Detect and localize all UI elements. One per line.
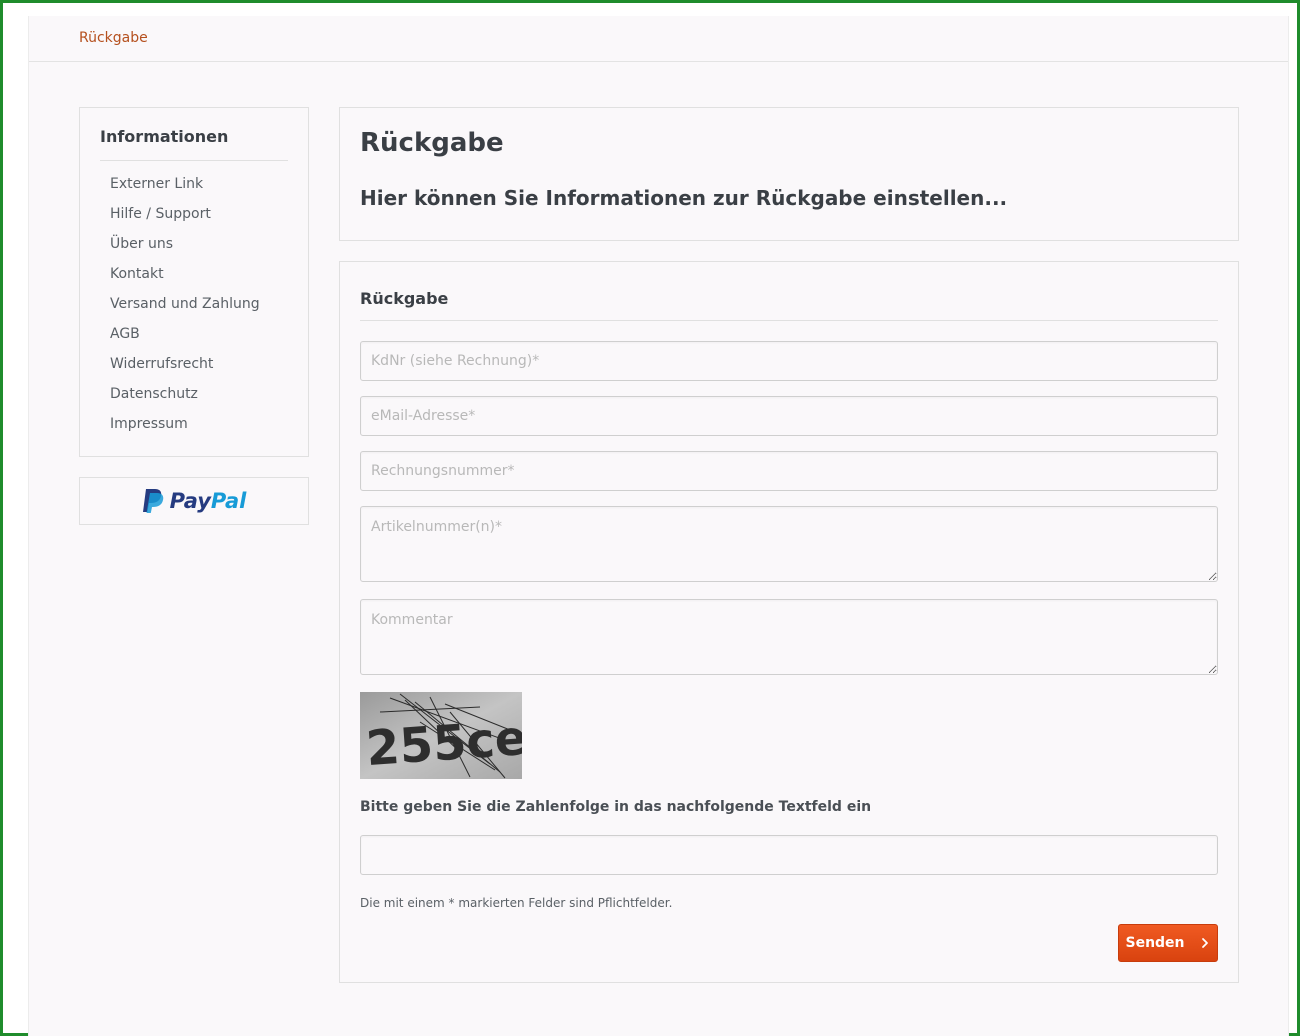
sidebar-item-agb[interactable]: AGB xyxy=(110,326,260,356)
sidebar-item-datenschutz[interactable]: Datenschutz xyxy=(110,386,260,416)
invoice-number-input[interactable] xyxy=(360,451,1218,491)
sidebar-item-ueber-uns[interactable]: Über uns xyxy=(110,236,260,266)
sidebar-title: Informationen xyxy=(100,127,229,146)
comment-textarea[interactable] xyxy=(360,599,1218,675)
sidebar-list: Externer Link Hilfe / Support Über uns K… xyxy=(110,176,260,446)
page: Rückgabe Informationen Externer Link Hil… xyxy=(28,16,1289,1036)
form-divider xyxy=(360,320,1218,321)
paypal-logo[interactable]: PayPal xyxy=(79,477,309,525)
sidebar-divider xyxy=(100,160,288,161)
email-input[interactable] xyxy=(360,396,1218,436)
captcha-label: Bitte geben Sie die Zahlenfolge in das n… xyxy=(360,799,872,815)
sidebar: Informationen Externer Link Hilfe / Supp… xyxy=(79,107,309,457)
chevron-right-icon xyxy=(1201,938,1208,948)
required-fields-note: Die mit einem * markierten Felder sind P… xyxy=(360,896,673,910)
paypal-icon xyxy=(142,489,163,513)
send-button-label: Senden xyxy=(1125,935,1185,951)
paypal-pal-text: Pal xyxy=(210,489,247,513)
paypal-pay-text: Pay xyxy=(169,489,211,513)
captcha-text: 255ce xyxy=(364,710,522,777)
form-title: Rückgabe xyxy=(360,289,449,308)
sidebar-item-versand-und-zahlung[interactable]: Versand und Zahlung xyxy=(110,296,260,326)
article-numbers-textarea[interactable] xyxy=(360,506,1218,582)
breadcrumb-item-rueckgabe[interactable]: Rückgabe xyxy=(79,30,148,46)
sidebar-item-impressum[interactable]: Impressum xyxy=(110,416,260,446)
customer-number-input[interactable] xyxy=(360,341,1218,381)
breadcrumb: Rückgabe xyxy=(29,16,1288,62)
paypal-wordmark: PayPal xyxy=(170,489,247,513)
page-subtitle: Hier können Sie Informationen zur Rückga… xyxy=(360,186,1008,210)
info-panel: Rückgabe Hier können Sie Informationen z… xyxy=(339,107,1239,241)
captcha-input[interactable] xyxy=(360,835,1218,875)
sidebar-item-hilfe-support[interactable]: Hilfe / Support xyxy=(110,206,260,236)
return-form: Rückgabe KdNr (siehe Rechnung)* eMail-Ad… xyxy=(339,261,1239,983)
sidebar-item-externer-link[interactable]: Externer Link xyxy=(110,176,260,206)
captcha-image: 255ce xyxy=(360,692,522,779)
page-title: Rückgabe xyxy=(360,128,504,158)
window-frame: Rückgabe Informationen Externer Link Hil… xyxy=(0,0,1300,1036)
sidebar-item-kontakt[interactable]: Kontakt xyxy=(110,266,260,296)
sidebar-item-widerrufsrecht[interactable]: Widerrufsrecht xyxy=(110,356,260,386)
send-button[interactable]: Senden xyxy=(1118,924,1218,962)
